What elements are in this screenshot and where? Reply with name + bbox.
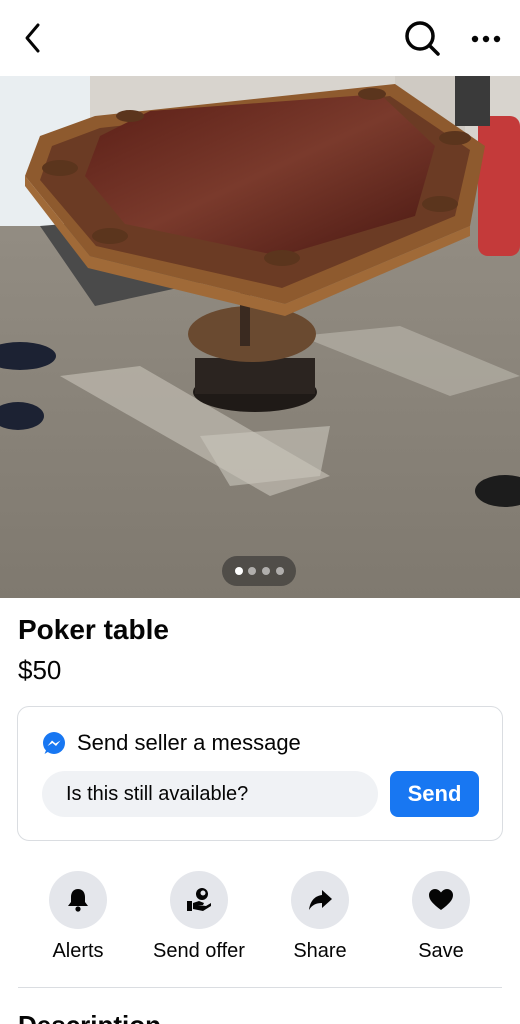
bell-icon — [68, 889, 88, 912]
send-message-button[interactable]: Send — [390, 771, 479, 817]
search-button[interactable] — [402, 18, 442, 58]
send-offer-button[interactable]: Send offer — [139, 868, 259, 978]
alerts-button[interactable]: Alerts — [18, 868, 138, 978]
chevron-left-icon — [25, 23, 40, 53]
listing-price: $50 — [18, 655, 62, 685]
alerts-label: Alerts — [52, 940, 104, 962]
listing-photo[interactable] — [0, 76, 520, 598]
more-options-button[interactable] — [466, 24, 506, 54]
pagination-dot — [248, 567, 256, 575]
message-input[interactable] — [42, 771, 378, 817]
alerts-circle[interactable] — [49, 871, 107, 929]
listing-title: Poker table — [18, 614, 169, 645]
search-icon — [405, 21, 440, 56]
more-icon — [471, 35, 501, 43]
pagination-dot — [276, 567, 284, 575]
save-circle[interactable] — [412, 871, 470, 929]
divider — [18, 987, 502, 988]
send-offer-label: Send offer — [153, 940, 245, 962]
share-button[interactable]: Share — [260, 868, 380, 978]
back-button[interactable] — [18, 20, 50, 56]
share-circle[interactable] — [291, 871, 349, 929]
messenger-icon — [43, 732, 65, 754]
pagination-dot — [262, 567, 270, 575]
pagination-dot — [235, 567, 243, 575]
description-heading: Description — [18, 1010, 161, 1024]
offer-icon — [187, 888, 211, 911]
send-offer-circle[interactable] — [170, 871, 228, 929]
poker-table-image — [0, 76, 520, 598]
message-card-title: Send seller a message — [77, 730, 301, 755]
save-label: Save — [418, 940, 464, 962]
top-bar — [0, 0, 520, 76]
share-icon — [309, 890, 332, 910]
share-label: Share — [293, 940, 347, 962]
photo-pagination[interactable] — [222, 556, 296, 586]
message-seller-card: Send seller a message Send — [17, 706, 503, 841]
action-row: Alerts Send offer Share Save — [0, 868, 520, 978]
save-button[interactable]: Save — [381, 868, 501, 978]
heart-icon — [429, 889, 453, 910]
